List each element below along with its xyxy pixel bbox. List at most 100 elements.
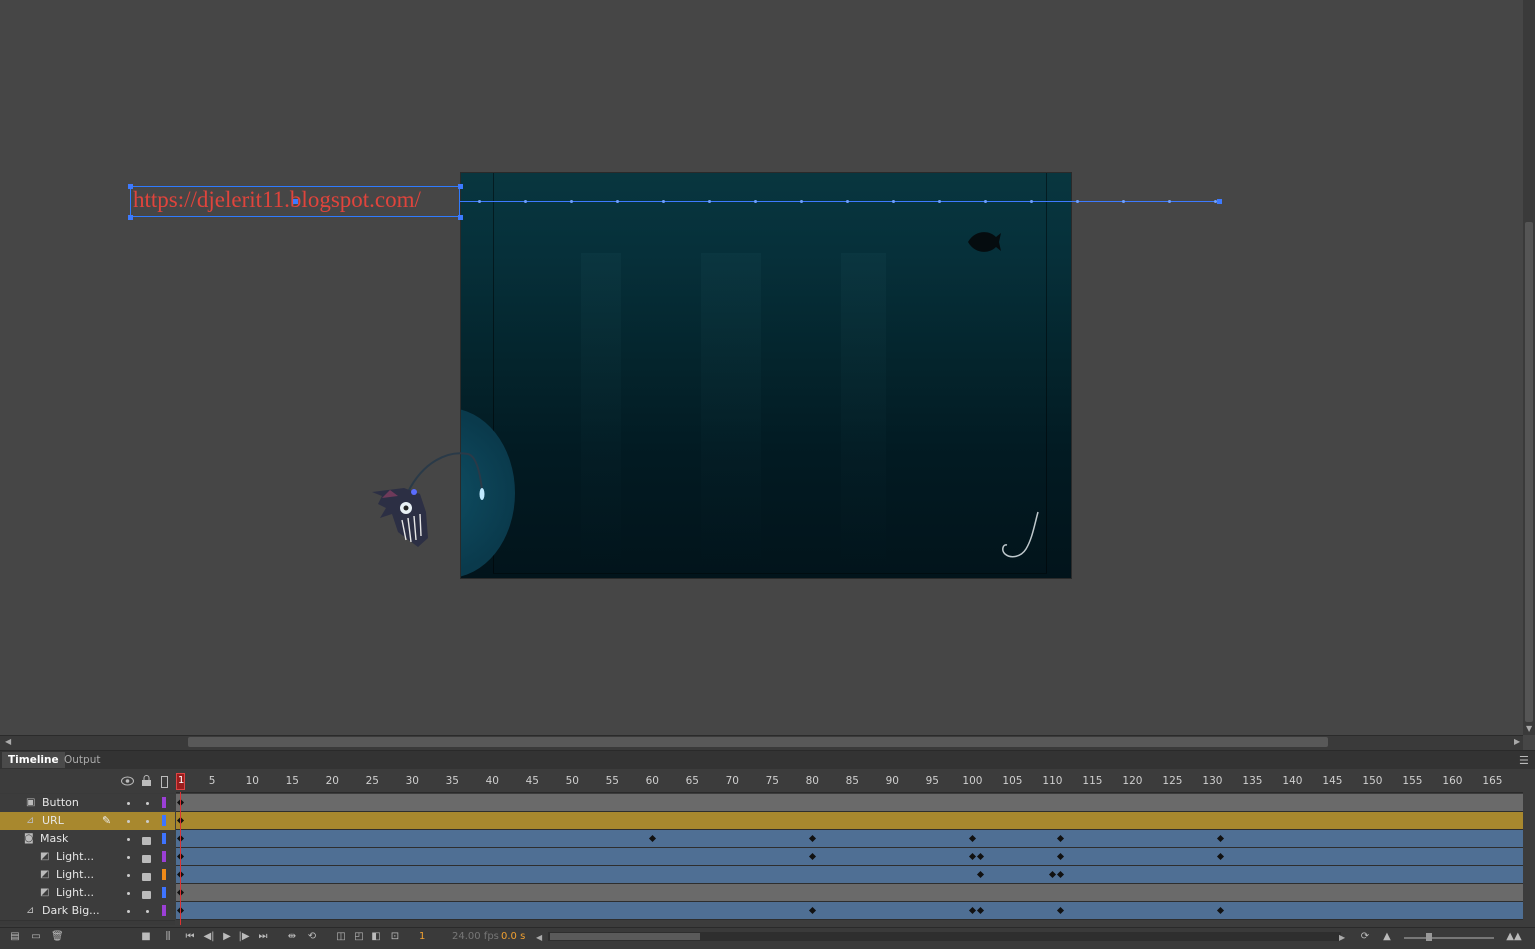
visibility-toggle[interactable] <box>127 856 130 859</box>
trash-icon[interactable]: 🗑 <box>51 931 64 942</box>
onion-outline-icon[interactable]: ◰ <box>353 931 365 942</box>
layer-color-swatch[interactable] <box>162 869 166 880</box>
hook-icon[interactable] <box>996 509 1041 564</box>
lock-icon[interactable] <box>142 891 151 899</box>
panel-menu-icon[interactable]: ☰ <box>1519 754 1529 767</box>
layer-name[interactable]: Button <box>42 794 79 812</box>
timeline-zoom-slider[interactable] <box>1404 937 1494 939</box>
lock-toggle[interactable] <box>146 910 149 913</box>
layer-name[interactable]: Light... <box>56 884 94 902</box>
layer-name[interactable]: Dark Big... <box>42 902 100 920</box>
tab-timeline[interactable]: Timeline <box>2 752 65 768</box>
timeline-scroll-right-icon[interactable]: ▶ <box>1339 933 1345 942</box>
layer-frames[interactable] <box>176 794 1523 812</box>
visibility-toggle[interactable] <box>127 874 130 877</box>
lock-toggle[interactable] <box>146 820 149 823</box>
new-folder-icon[interactable]: ▭ <box>30 931 42 942</box>
stage[interactable] <box>460 172 1072 579</box>
transform-handle[interactable] <box>458 215 463 220</box>
new-layer-icon[interactable]: ▤ <box>9 931 21 942</box>
ruler-label: 145 <box>1322 775 1343 787</box>
layer-depth-icon[interactable]: ⫼ <box>162 931 174 942</box>
layer-row[interactable]: ⊿ URL ✎ <box>0 812 175 831</box>
edit-multiple-icon[interactable]: ◧ <box>370 931 382 942</box>
scroll-left-icon[interactable]: ◀ <box>5 737 11 746</box>
ruler-label: 150 <box>1362 775 1383 787</box>
visibility-toggle[interactable] <box>127 820 130 823</box>
large-frames-icon[interactable]: ▲▲ <box>1505 931 1523 942</box>
timeline-zoom-knob[interactable] <box>1426 933 1432 941</box>
ruler-label: 160 <box>1442 775 1463 787</box>
step-forward-icon[interactable]: |▶ <box>238 931 250 942</box>
vertical-scroll-thumb[interactable] <box>1525 222 1533 722</box>
camera-icon[interactable]: ■ <box>140 931 152 942</box>
onion-skin-icon[interactable]: ◫ <box>335 931 347 942</box>
scroll-right-icon[interactable]: ▶ <box>1514 737 1520 746</box>
lock-icon[interactable] <box>141 775 152 787</box>
layer-frames[interactable] <box>176 812 1523 830</box>
timeline-scroll-thumb[interactable] <box>550 933 700 940</box>
layer-color-swatch[interactable] <box>162 887 166 898</box>
layer-frames[interactable] <box>176 884 1523 902</box>
motion-path-dot <box>1122 200 1125 203</box>
angler-fish[interactable] <box>368 452 490 552</box>
center-frame-icon[interactable]: ⇹ <box>286 931 298 942</box>
layer-color-swatch[interactable] <box>162 815 166 826</box>
lock-toggle[interactable] <box>146 802 149 805</box>
outline-icon[interactable] <box>161 776 168 788</box>
layer-row[interactable]: ⊿ Dark Big... <box>0 902 175 921</box>
transform-handle[interactable] <box>128 215 133 220</box>
last-frame-icon[interactable]: ⏭ <box>257 931 269 942</box>
step-back-icon[interactable]: ◀| <box>203 931 215 942</box>
horizontal-scroll-thumb[interactable] <box>188 737 1328 747</box>
visibility-toggle[interactable] <box>127 802 130 805</box>
layer-frames[interactable] <box>176 866 1523 884</box>
layer-color-swatch[interactable] <box>162 905 166 916</box>
layer-color-swatch[interactable] <box>162 797 166 808</box>
eye-icon[interactable] <box>121 776 134 786</box>
visibility-toggle[interactable] <box>127 910 130 913</box>
play-icon[interactable]: ▶ <box>221 931 233 942</box>
motion-path[interactable] <box>460 201 1222 202</box>
layer-name[interactable]: URL <box>42 812 64 830</box>
transform-handle[interactable] <box>128 184 133 189</box>
visibility-toggle[interactable] <box>127 838 130 841</box>
current-frame[interactable]: 1 <box>419 931 425 942</box>
visibility-toggle[interactable] <box>127 892 130 895</box>
layer-row[interactable]: ◩ Light... <box>0 848 175 867</box>
layer-row[interactable]: ◩ Light... <box>0 884 175 903</box>
lock-icon[interactable] <box>142 855 151 863</box>
layer-frames[interactable] <box>176 830 1523 848</box>
layer-frames[interactable] <box>176 902 1523 920</box>
pencil-icon: ✎ <box>102 814 112 827</box>
lock-icon[interactable] <box>142 873 151 881</box>
motion-path-dot <box>478 200 481 203</box>
playhead-line <box>180 792 181 925</box>
timeline-scroll-left-icon[interactable]: ◀ <box>536 933 542 942</box>
layer-row[interactable]: ◩ Light... <box>0 866 175 885</box>
url-link-text[interactable]: https://djelerit11.blogspot.com/ <box>133 187 421 213</box>
transform-center[interactable] <box>293 199 298 204</box>
frame-rate[interactable]: 24.00 fps <box>452 931 499 942</box>
onion-markers-icon[interactable]: ⊡ <box>389 931 401 942</box>
layer-name[interactable]: Light... <box>56 866 94 884</box>
loop-icon[interactable]: ⟲ <box>306 931 318 942</box>
fish-silhouette[interactable] <box>966 225 1002 259</box>
elapsed-time[interactable]: 0.0 s <box>501 931 525 942</box>
ruler-label: 40 <box>485 775 499 787</box>
layer-frames[interactable] <box>176 848 1523 866</box>
transform-handle[interactable] <box>458 184 463 189</box>
sync-icon[interactable]: ⟳ <box>1359 931 1371 942</box>
scroll-down-icon[interactable]: ▼ <box>1526 724 1532 733</box>
lock-icon[interactable] <box>142 837 151 845</box>
small-frames-icon[interactable]: ▲ <box>1381 931 1393 942</box>
motion-path-end[interactable] <box>1217 199 1222 204</box>
layer-name[interactable]: Light... <box>56 848 94 866</box>
tab-output[interactable]: Output <box>58 752 106 768</box>
layer-name[interactable]: Mask <box>40 830 68 848</box>
layer-color-swatch[interactable] <box>162 833 166 844</box>
layer-row[interactable]: ▣ Button <box>0 794 175 813</box>
layer-row[interactable]: ◙ Mask <box>0 830 175 849</box>
layer-color-swatch[interactable] <box>162 851 166 862</box>
first-frame-icon[interactable]: ⏮ <box>184 931 196 942</box>
